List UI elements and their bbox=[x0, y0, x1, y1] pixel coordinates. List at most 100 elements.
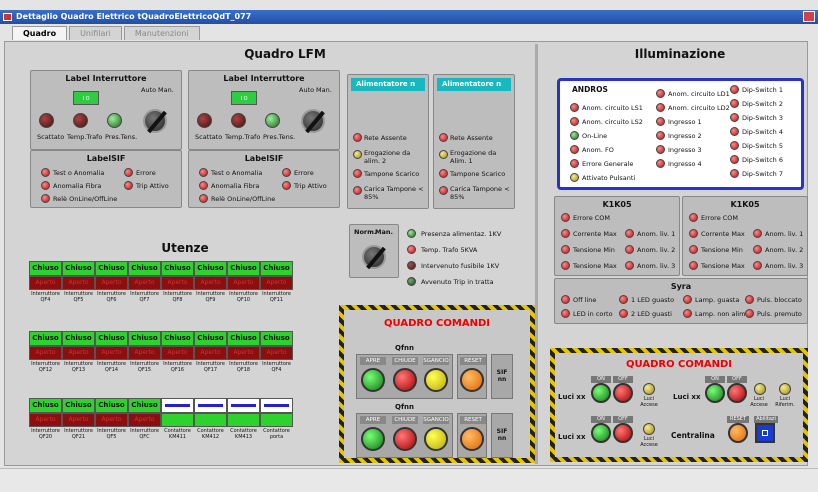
aperto-indicator: Aperto bbox=[62, 346, 95, 360]
led-label: Anom. circuito LD1 bbox=[668, 90, 730, 98]
abilitazione-button[interactable] bbox=[755, 423, 775, 443]
status-led bbox=[561, 261, 570, 270]
tab-manutenzioni[interactable]: Manutenzioni bbox=[123, 26, 200, 40]
led-label: Ingresso 4 bbox=[668, 160, 702, 168]
aperto-indicator: Aperto bbox=[29, 346, 62, 360]
centralina-reset-button[interactable] bbox=[728, 423, 748, 443]
sgancio-button[interactable] bbox=[424, 427, 448, 451]
reset-panel-2: RESET bbox=[457, 413, 487, 458]
luci-label: Luci xx bbox=[558, 433, 586, 441]
pres-tens-led bbox=[265, 113, 280, 128]
apre-button[interactable] bbox=[361, 427, 385, 451]
utenza-row1-1[interactable]: Chiuso Aperto Interruttore QF5 bbox=[62, 261, 95, 312]
sif-panel-2: LabelSIF Test o Anomalia Anomalia Fibra … bbox=[188, 150, 340, 208]
utenza-row1-7[interactable]: Chiuso Aperto Interruttore QF11 bbox=[260, 261, 293, 312]
tab-quadro[interactable]: Quadro bbox=[12, 26, 68, 40]
luci-on-button[interactable] bbox=[591, 383, 611, 403]
status-led bbox=[683, 295, 692, 304]
status-led bbox=[753, 245, 762, 254]
selector-switch[interactable] bbox=[301, 109, 325, 133]
led-label: Lamp. guasta bbox=[695, 296, 740, 304]
reset-label: RESET bbox=[460, 416, 486, 424]
luci-accese-led bbox=[643, 423, 655, 435]
contattore-indicator bbox=[227, 398, 260, 413]
chiude-button[interactable] bbox=[393, 427, 417, 451]
utenza-row2-2[interactable]: Chiuso Aperto Interruttore QF14 bbox=[95, 331, 128, 382]
utenza-row3-3[interactable]: Chiuso Aperto Interruttore QFC bbox=[128, 398, 161, 449]
led-label: 1 LED guasto bbox=[631, 296, 675, 304]
utenza-row1-3[interactable]: Chiuso Aperto Interruttore QF7 bbox=[128, 261, 161, 312]
reset-button[interactable] bbox=[460, 368, 484, 392]
status-led bbox=[199, 181, 208, 190]
luci-accese-led bbox=[643, 383, 655, 395]
utenza-row2-3[interactable]: Chiuso Aperto Interruttore QF15 bbox=[128, 331, 161, 382]
utenza-row1-6[interactable]: Chiuso Aperto Interruttore QF10 bbox=[227, 261, 260, 312]
norm-man-switch[interactable] bbox=[362, 245, 386, 269]
apre-button[interactable] bbox=[361, 368, 385, 392]
luci-on-button[interactable] bbox=[591, 423, 611, 443]
norm-man-panel: Norm. Man. bbox=[349, 224, 399, 278]
utenza-row2-6[interactable]: Chiuso Aperto Interruttore QF18 bbox=[227, 331, 260, 382]
syra-panel: Syra Off line 1 LED guasto Lamp. guasta … bbox=[554, 278, 808, 324]
status-led bbox=[561, 245, 570, 254]
led-label: Temp.Trafo bbox=[225, 133, 261, 141]
led-label: Dip-Switch 3 bbox=[742, 114, 783, 122]
aperto-indicator: Aperto bbox=[128, 346, 161, 360]
led-label: Relè OnLine/OffLine bbox=[53, 195, 118, 203]
utenza-row2-1[interactable]: Chiuso Aperto Interruttore QF13 bbox=[62, 331, 95, 382]
utenza-row2-0[interactable]: Chiuso Aperto Interruttore QF12 bbox=[29, 331, 62, 382]
contattore-2[interactable]: Contattore KM413 bbox=[227, 398, 260, 449]
luci-off-button[interactable] bbox=[613, 383, 633, 403]
status-led bbox=[745, 309, 754, 318]
aperto-indicator: Aperto bbox=[260, 276, 293, 290]
chiuso-indicator: Chiuso bbox=[227, 261, 260, 276]
utenza-row2-4[interactable]: Chiuso Aperto Interruttore QF16 bbox=[161, 331, 194, 382]
luci-riferim-led bbox=[779, 383, 791, 395]
led-label: Tensione Max bbox=[573, 262, 617, 270]
chiuso-indicator: Chiuso bbox=[95, 331, 128, 346]
utenza-row2-7[interactable]: Chiuso Aperto Interruttore QF4 bbox=[260, 331, 293, 382]
led-label: Tensione Max bbox=[701, 262, 745, 270]
luci-on-button[interactable] bbox=[705, 383, 725, 403]
luci-off-button[interactable] bbox=[613, 423, 633, 443]
status-led bbox=[730, 85, 739, 94]
chiuso-indicator: Chiuso bbox=[29, 398, 62, 413]
utenza-row3-2[interactable]: Chiuso Aperto Interruttore QF5 bbox=[95, 398, 128, 449]
status-led bbox=[353, 186, 362, 195]
utenza-row2-5[interactable]: Chiuso Aperto Interruttore QF17 bbox=[194, 331, 227, 382]
close-icon[interactable] bbox=[803, 11, 815, 22]
selector-switch[interactable] bbox=[143, 109, 167, 133]
status-led bbox=[407, 229, 416, 238]
led-label: Anom. liv. 3 bbox=[637, 262, 676, 270]
utenza-row3-1[interactable]: Chiuso Aperto Interruttore QF21 bbox=[62, 398, 95, 449]
status-led bbox=[353, 150, 362, 159]
luci-off-button[interactable] bbox=[727, 383, 747, 403]
reset-panel-1: RESET bbox=[457, 354, 487, 399]
syra-title: Syra bbox=[670, 282, 692, 291]
section-divider bbox=[535, 44, 538, 464]
utenze-title: Utenze bbox=[161, 241, 209, 255]
reset-button[interactable] bbox=[460, 427, 484, 451]
switch-indicator: I O bbox=[73, 91, 99, 105]
sgancio-button[interactable] bbox=[424, 368, 448, 392]
aperto-indicator: Aperto bbox=[95, 346, 128, 360]
scattato-led bbox=[197, 113, 212, 128]
led-label: Corrente Max bbox=[701, 230, 745, 238]
contattore-0[interactable]: Contattore KM411 bbox=[161, 398, 194, 449]
chiude-label: CHIUDE bbox=[392, 416, 418, 424]
utenza-row3-0[interactable]: Chiuso Aperto Interruttore QF20 bbox=[29, 398, 62, 449]
utenza-row1-4[interactable]: Chiuso Aperto Interruttore QF8 bbox=[161, 261, 194, 312]
contattore-1[interactable]: Contattore KM412 bbox=[194, 398, 227, 449]
led-label: Anom. circuito LS2 bbox=[582, 118, 643, 126]
utenza-row1-5[interactable]: Chiuso Aperto Interruttore QF9 bbox=[194, 261, 227, 312]
tab-unifilari[interactable]: Unifilari bbox=[69, 26, 122, 40]
led-label: Avvenuto Trip in tratta bbox=[421, 278, 494, 286]
aperto-indicator: Aperto bbox=[95, 276, 128, 290]
led-label: Test o Anomalia bbox=[211, 169, 263, 177]
luci-label: Luci xx bbox=[558, 393, 586, 401]
utenza-row1-2[interactable]: Chiuso Aperto Interruttore QF6 bbox=[95, 261, 128, 312]
contattore-3[interactable]: Contattore porta bbox=[260, 398, 293, 449]
sif-panel-1: LabelSIF Test o Anomalia Anomalia Fibra … bbox=[30, 150, 182, 208]
chiude-button[interactable] bbox=[393, 368, 417, 392]
utenza-row1-0[interactable]: Chiuso Aperto Interruttore QF4 bbox=[29, 261, 62, 312]
